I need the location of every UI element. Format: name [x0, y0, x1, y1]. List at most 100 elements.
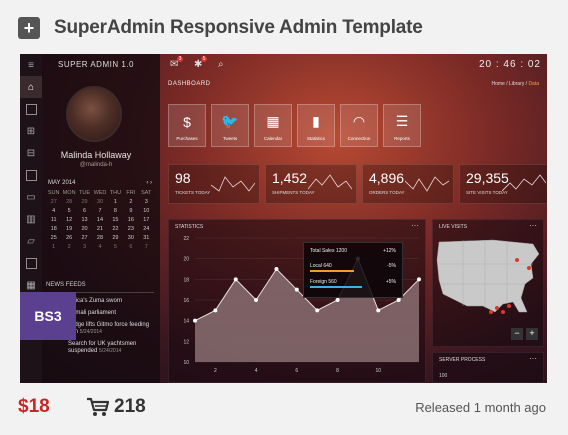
calendar-day: 21 — [96, 226, 104, 232]
more-icon: ··· — [529, 354, 537, 363]
breadcrumb-data: Data — [528, 81, 539, 87]
y-tick-label: 10 — [183, 360, 189, 366]
preview-brand: SUPER ADMIN 1.0 — [58, 60, 134, 69]
stat-card: 1,452 SHIPMENTS TODAY — [265, 164, 357, 204]
calendar-day: 27 — [50, 199, 57, 205]
stat-value: 1,452 — [272, 170, 308, 186]
tooltip-local-change: -5% — [387, 263, 396, 269]
data-point — [233, 277, 238, 282]
zoom-in-button: + — [526, 328, 538, 340]
breadcrumb-home: Home — [491, 81, 505, 87]
mail-badge: 3 — [176, 56, 184, 62]
calendar-weekday: THU — [109, 190, 122, 196]
stat-card: 4,896 ORDERS TODAY — [362, 164, 454, 204]
calendar-day: 6 — [83, 208, 87, 214]
sales-number: 218 — [114, 396, 146, 417]
calendar-day: 9 — [129, 208, 133, 214]
tile-purchases: $ Purchases — [168, 104, 206, 147]
tile-label: Reports — [394, 135, 410, 141]
calendar-day: 10 — [143, 208, 150, 214]
sparkline — [405, 176, 449, 192]
twitter-icon: 🐦 — [221, 113, 239, 129]
chart-tooltip: Total Sales 1200 +12% Local 640 -5% Fore… — [303, 242, 403, 298]
cart-icon — [87, 397, 110, 416]
product-footer: $18 218 Released 1 month ago — [18, 396, 548, 422]
bug-icon: ✱ 5 — [194, 56, 208, 70]
data-point — [315, 308, 320, 313]
calendar-day: 29 — [112, 235, 119, 241]
y-tick-label: 12 — [183, 339, 189, 345]
chart-icon: ▥ — [26, 213, 36, 225]
data-point — [254, 298, 259, 302]
tile-connection: ◠ Connection — [340, 104, 378, 147]
release-date: Released 1 month ago — [415, 400, 546, 415]
profile-handle: @malinda-h — [79, 162, 113, 168]
calendar-day: 11 — [50, 217, 57, 223]
calendar-day: 23 — [127, 226, 134, 232]
calendar-grid: SUN MON TUE WED THU FRI SAT 27 28 29 30 1 2 3 4 5 6 7 8 9 10… — [46, 190, 154, 250]
calendar-day: 31 — [143, 235, 150, 241]
calendar-day: 5 — [113, 244, 117, 250]
preview-topbar: ✉ 3 ✱ 5 ⌕ 20 : 46 : 02 — [160, 54, 547, 76]
mail-icon: ✉ 3 — [170, 56, 184, 70]
menu-icon: ≡ — [28, 59, 34, 71]
tile-label: Purchases — [176, 135, 198, 141]
calendar-day: 17 — [143, 217, 150, 223]
layout-icon — [20, 98, 42, 120]
breadcrumb-separator: / — [506, 81, 508, 87]
stat-card: 29,355 SITE VISITS TODAY — [459, 164, 547, 204]
foreign-bar — [310, 286, 362, 288]
page-title: DASHBOARD — [168, 81, 211, 87]
x-tick-label: 2 — [214, 368, 217, 374]
y-tick-label: 18 — [183, 277, 189, 283]
calendar-weekday: TUE — [79, 190, 91, 196]
profile-name: Malinda Hollaway — [60, 150, 132, 160]
stat-value: 98 — [175, 170, 191, 186]
product-title[interactable]: SuperAdmin Responsive Admin Template — [54, 17, 423, 39]
wifi-icon: ◠ — [352, 113, 366, 129]
bar-chart-icon: ▮ — [312, 113, 320, 129]
stat-label: ORDERS TODAY — [369, 190, 405, 195]
alert-badge: 5 — [200, 56, 208, 62]
tooltip-foreign-change: +5% — [385, 279, 396, 285]
template-preview-screenshot[interactable]: ≡ ⌂ ⊞ ⊟ ▭ ▥ ▱ ▦ SUPER ADMIN 1.0 Malinda … — [20, 54, 547, 383]
calendar-day: 14 — [96, 217, 104, 223]
x-tick-label: 6 — [295, 368, 298, 374]
server-process-panel: SERVER PROCESS ··· 100 — [432, 352, 544, 383]
calendar-day: 1 — [52, 244, 56, 250]
calendar-day: 2 — [129, 199, 133, 205]
tile-label: Statistics — [306, 135, 325, 141]
calendar-icon: ▦ — [266, 113, 280, 129]
list-icon: ☰ — [395, 113, 409, 129]
y-tick-label: 20 — [183, 257, 189, 263]
calendar-day: 8 — [113, 208, 117, 214]
data-point — [193, 318, 197, 323]
news-item-date: 5/24/2014 — [79, 329, 102, 335]
tile-label: Connection — [347, 135, 371, 141]
tile-tweets: 🐦 Tweets — [211, 104, 249, 147]
x-tick-label: 4 — [255, 368, 258, 374]
grid-icon: ⊞ — [26, 125, 36, 137]
calendar-weekday: SUN — [47, 190, 60, 196]
stat-label: TICKETS TODAY — [175, 190, 211, 195]
tile-calendar: ▦ Calendar — [254, 104, 292, 147]
clock: 20 : 46 : 02 — [478, 59, 541, 70]
calendar-day: 4 — [52, 208, 56, 214]
tile-label: Calendar — [263, 135, 283, 141]
calendar-day: 13 — [81, 217, 88, 223]
calendar-weekday: WED — [93, 190, 107, 196]
calendar-day: 28 — [66, 199, 73, 205]
calendar-day: 7 — [144, 244, 148, 250]
calendar-day: 30 — [127, 235, 134, 241]
y-tick-label: 14 — [183, 319, 189, 325]
statistics-panel: STATISTICS ··· 10 12 14 16 18 20 22 2 4 6 8 10 Tota… — [168, 219, 426, 383]
expand-plus-icon[interactable]: + — [18, 17, 40, 39]
mini-calendar: MAY 2014 ‹ › SUN MON TUE WED THU FRI SAT 27 28 29… — [46, 180, 154, 250]
server-axis-label: 100 — [439, 373, 448, 379]
y-tick-label: 16 — [183, 298, 189, 304]
sparkline — [502, 174, 546, 192]
data-point — [396, 298, 401, 302]
calendar-month: MAY 2014 — [48, 180, 76, 186]
zoom-out-button: − — [511, 328, 523, 340]
data-point — [376, 308, 381, 313]
